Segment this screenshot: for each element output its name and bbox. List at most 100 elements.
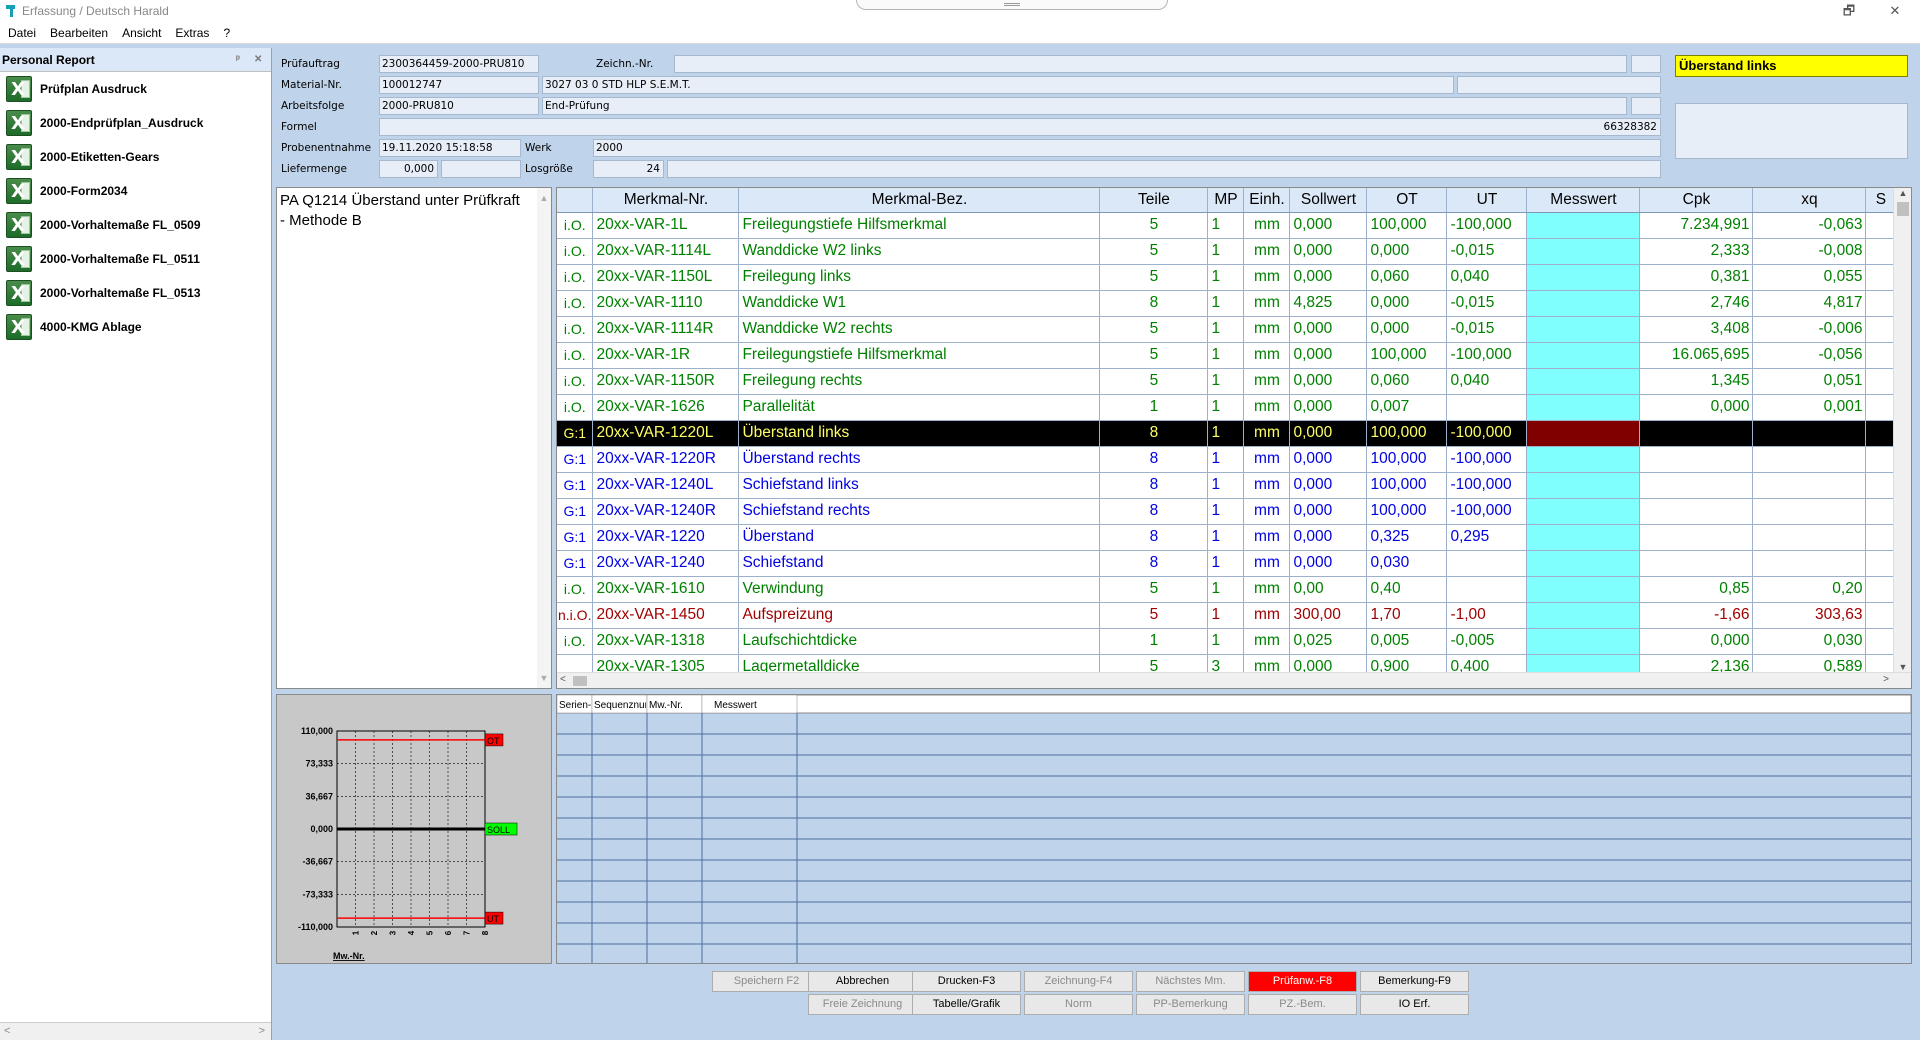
table-row[interactable]: i.O. 20xx-VAR-1610 Verwindung 5 1 mm 0,00 0,40 0… <box>557 576 1897 603</box>
column-header[interactable]: xq <box>1752 188 1867 213</box>
table-row[interactable]: i.O. 20xx-VAR-1L Freilegungstiefe Hilfsmer… <box>557 212 1897 239</box>
column-header[interactable]: Cpk <box>1639 188 1754 213</box>
table-row[interactable]: G:1 20xx-VAR-1220L Überstand links 8 1 mm 0,00… <box>557 420 1897 447</box>
table-row[interactable]: i.O. 20xx-VAR-1318 Laufschichtdicke 1 1 mm 0,0… <box>557 628 1897 655</box>
cell-mess[interactable] <box>1526 342 1641 369</box>
report-list-scrollbar[interactable]: < > <box>0 1022 271 1040</box>
column-header[interactable] <box>557 188 594 213</box>
table-row[interactable]: G:1 20xx-VAR-1220R Überstand rechts 8 1 mm 0,0… <box>557 446 1897 473</box>
menu-extras[interactable]: Extras <box>175 26 209 40</box>
menu-ansicht[interactable]: Ansicht <box>122 26 161 40</box>
io-erf-button[interactable]: IO Erf. <box>1360 994 1469 1015</box>
table-row[interactable]: i.O. 20xx-VAR-1626 Parallelität 1 1 mm 0,000 0,… <box>557 394 1897 421</box>
speichern-f2-button[interactable]: Speichern F2 <box>712 971 821 992</box>
menu-datei[interactable]: Datei <box>8 26 36 40</box>
cell-mess[interactable] <box>1526 446 1641 473</box>
table-row[interactable]: i.O. 20xx-VAR-1114R Wanddicke W2 rechts 5 1 m… <box>557 316 1897 343</box>
report-item[interactable]: X 2000-Form2034 <box>0 174 271 208</box>
cell-mess[interactable] <box>1526 264 1641 291</box>
cell-mess[interactable] <box>1526 602 1641 629</box>
table-row[interactable]: i.O. 20xx-VAR-1R Freilegungstiefe Hilfsmer… <box>557 342 1897 369</box>
close-panel-icon[interactable]: ✕ <box>254 54 262 65</box>
pin-icon[interactable]: ᵖ <box>236 54 240 65</box>
scroll-left-icon[interactable]: < <box>560 674 566 685</box>
report-item[interactable]: X 2000-Vorhaltemaße FL_0513 <box>0 276 271 310</box>
cell-mess[interactable] <box>1526 212 1641 239</box>
table-row[interactable]: G:1 20xx-VAR-1240R Schiefstand rechts 8 1 mm 0… <box>557 498 1897 525</box>
pz-bem-button[interactable]: PZ.-Bem. <box>1248 994 1357 1015</box>
arbeitsfolge-field[interactable]: 2000-PRU810 <box>379 97 539 115</box>
cell-mess[interactable] <box>1526 420 1641 447</box>
table-row[interactable]: i.O. 20xx-VAR-1114L Wanddicke W2 links 5 1 mm… <box>557 238 1897 265</box>
scroll-left-icon[interactable]: < <box>4 1025 10 1037</box>
column-header[interactable]: Sollwert <box>1289 188 1368 213</box>
scroll-down-icon[interactable]: ▼ <box>537 668 551 688</box>
norm-button[interactable]: Norm <box>1024 994 1133 1015</box>
column-header[interactable]: MP <box>1207 188 1245 213</box>
report-item[interactable]: X 2000-Etiketten-Gears <box>0 140 271 174</box>
table-row[interactable]: i.O. 20xx-VAR-1150L Freilegung links 5 1 mm 0,… <box>557 264 1897 291</box>
prüfanw-f8-button[interactable]: Prüfanw.-F8 <box>1248 971 1357 992</box>
pruefauftrag-field[interactable]: 2300364459-2000-PRU810 <box>379 55 539 73</box>
zeichnung-f4-button[interactable]: Zeichnung-F4 <box>1024 971 1133 992</box>
report-item[interactable]: X 2000-Endprüfplan_Ausdruck <box>0 106 271 140</box>
close-window-button[interactable]: ✕ <box>1872 0 1918 22</box>
cell-mess[interactable] <box>1526 628 1641 655</box>
zeichn-extra-field[interactable] <box>1631 55 1661 73</box>
cell-mess[interactable] <box>1526 238 1641 265</box>
cell-nr: 20xx-VAR-1610 <box>592 576 740 603</box>
table-vertical-scrollbar[interactable]: ▲ ▼ <box>1893 188 1911 688</box>
report-item[interactable]: X 2000-Vorhaltemaße FL_0511 <box>0 242 271 276</box>
cell-mess[interactable] <box>1526 394 1641 421</box>
cell-mess[interactable] <box>1526 550 1641 577</box>
table-row[interactable]: i.O. 20xx-VAR-1150R Freilegung rechts 5 1 mm 0… <box>557 368 1897 395</box>
table-row[interactable]: G:1 20xx-VAR-1220 Überstand 8 1 mm 0,000 0,325 0… <box>557 524 1897 551</box>
freie-zeichnung-button[interactable]: Freie Zeichnung <box>808 994 917 1015</box>
column-header[interactable]: Messwert <box>1526 188 1641 213</box>
nächstes-mm-button[interactable]: Nächstes Mm. <box>1136 971 1245 992</box>
column-header[interactable]: Merkmal-Bez. <box>738 188 1101 213</box>
liefermenge-field[interactable]: 0,000 <box>379 160 438 178</box>
column-header[interactable]: Teile <box>1099 188 1209 213</box>
menu-help[interactable]: ? <box>223 26 230 40</box>
column-header[interactable]: UT <box>1446 188 1528 213</box>
cell-mess[interactable] <box>1526 368 1641 395</box>
scroll-right-icon[interactable]: > <box>259 1025 265 1037</box>
cell-mess[interactable] <box>1526 524 1641 551</box>
scroll-thumb[interactable] <box>573 676 587 686</box>
abbrechen-button[interactable]: Abbrechen <box>808 971 917 992</box>
column-header[interactable]: Merkmal-Nr. <box>592 188 740 213</box>
cell-mess[interactable] <box>1526 290 1641 317</box>
cell-mess[interactable] <box>1526 498 1641 525</box>
scroll-up-icon[interactable]: ▲ <box>537 188 551 208</box>
scroll-down-icon[interactable]: ▼ <box>1894 662 1911 672</box>
table-row[interactable]: n.i.O. 20xx-VAR-1450 Aufspreizung 5 1 mm 300,0… <box>557 602 1897 629</box>
menu-bearbeiten[interactable]: Bearbeiten <box>50 26 108 40</box>
column-header[interactable]: S <box>1865 188 1897 213</box>
table-row[interactable]: i.O. 20xx-VAR-1110 Wanddicke W1 8 1 mm 4,825 0,… <box>557 290 1897 317</box>
title-bar-handle[interactable] <box>856 0 1168 10</box>
scroll-thumb[interactable] <box>1897 202 1909 216</box>
material-field[interactable]: 100012747 <box>379 76 539 94</box>
table-row[interactable]: G:1 20xx-VAR-1240L Schiefstand links 8 1 mm 0,… <box>557 472 1897 499</box>
drucken-f3-button[interactable]: Drucken-F3 <box>912 971 1021 992</box>
report-item[interactable]: X 4000-KMG Ablage <box>0 310 271 344</box>
scroll-right-icon[interactable]: > <box>1883 674 1889 685</box>
table-horizontal-scrollbar[interactable]: < > <box>557 672 1911 688</box>
scroll-up-icon[interactable]: ▲ <box>1894 188 1911 198</box>
cell-mess[interactable] <box>1526 472 1641 499</box>
bemerkung-f9-button[interactable]: Bemerkung-F9 <box>1360 971 1469 992</box>
cell-mess[interactable] <box>1526 576 1641 603</box>
table-row[interactable]: G:1 20xx-VAR-1240 Schiefstand 8 1 mm 0,000 0,03… <box>557 550 1897 577</box>
column-header[interactable]: Einh. <box>1243 188 1291 213</box>
probenentnahme-field[interactable]: 19.11.2020 15:18:58 <box>379 139 521 157</box>
column-header[interactable]: OT <box>1366 188 1448 213</box>
description-scrollbar[interactable]: ▲ ▼ <box>537 188 551 688</box>
cell-mess[interactable] <box>1526 316 1641 343</box>
tabelle-grafik-button[interactable]: Tabelle/Grafik <box>912 994 1021 1015</box>
restore-button[interactable]: 🗗 <box>1826 0 1872 22</box>
report-item[interactable]: X 2000-Vorhaltemaße FL_0509 <box>0 208 271 242</box>
zeichn-field[interactable] <box>674 55 1627 73</box>
pp-bemerkung-button[interactable]: PP-Bemerkung <box>1136 994 1245 1015</box>
report-item[interactable]: X Prüfplan Ausdruck <box>0 72 271 106</box>
